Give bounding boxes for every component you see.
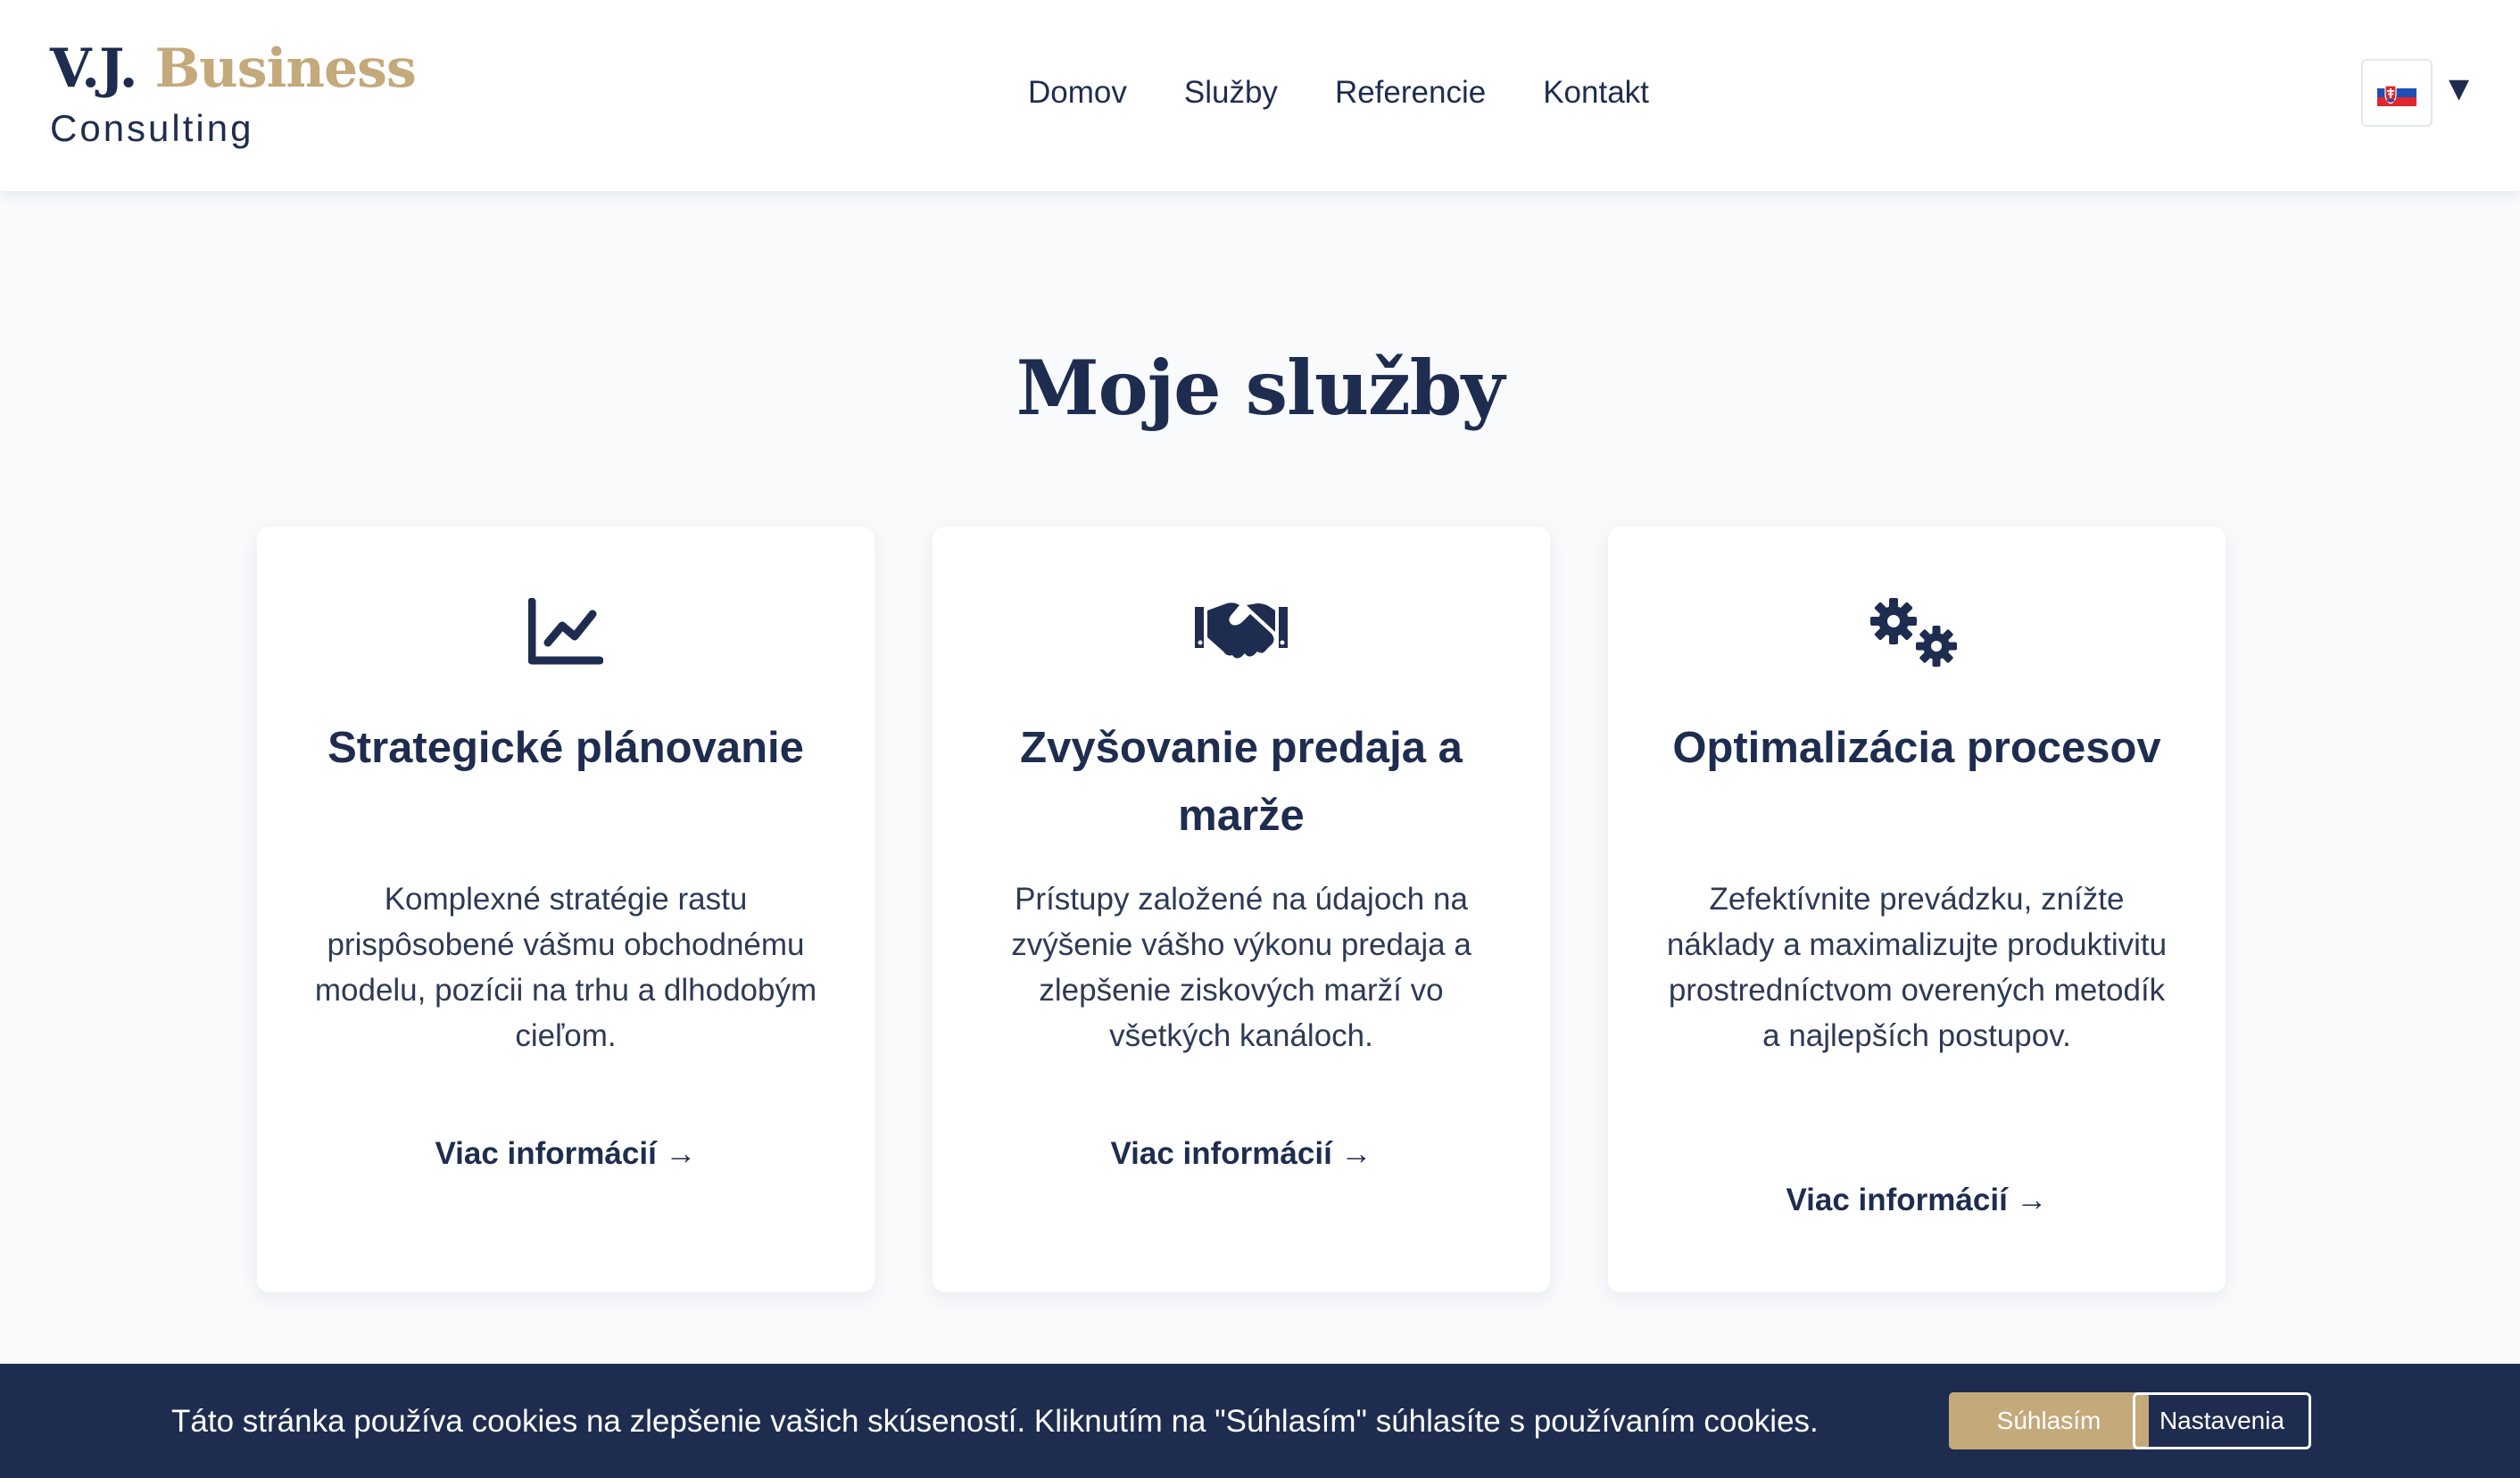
- more-info-link[interactable]: Viac informácií →: [1608, 1178, 2226, 1223]
- language-selector[interactable]: [2361, 59, 2433, 127]
- logo-initials: V.J.: [50, 37, 138, 100]
- card-description: Prístupy založené na údajoch na zvýšenie…: [1011, 882, 1471, 1053]
- logo[interactable]: V.J. Business Consulting: [50, 34, 417, 154]
- chevron-down-icon[interactable]: ▼: [2449, 73, 2469, 104]
- card-title: Zvyšovanie predaja a marže: [1020, 724, 1463, 840]
- card-title: Strategické plánovanie: [327, 724, 804, 772]
- slovak-flag-icon: [2377, 79, 2416, 106]
- accept-cookies-button[interactable]: Súhlasím: [1949, 1392, 2149, 1449]
- cookie-settings-button[interactable]: Nastavenia: [2133, 1392, 2311, 1449]
- handshake-icon: [1195, 602, 1288, 659]
- logo-business: Business: [154, 37, 416, 100]
- nav-item-kontakt[interactable]: Kontakt: [1543, 68, 1649, 118]
- section-title: Moje služby: [1015, 344, 1505, 432]
- nav-item-referencie[interactable]: Referencie: [1335, 68, 1486, 118]
- main-nav: Domov Služby Referencie Kontakt: [1028, 68, 1649, 118]
- gears-icon: [1870, 598, 1957, 667]
- more-info-link[interactable]: Viac informácií →: [933, 1132, 1550, 1176]
- cookie-banner: Táto stránka používa cookies na zlepšeni…: [0, 1364, 2520, 1478]
- more-info-link[interactable]: Viac informácií →: [257, 1132, 875, 1176]
- service-card-strategic-planning: Strategické plánovanie Komplexné stratég…: [257, 527, 875, 1292]
- chart-line-icon: [528, 598, 603, 665]
- site-header: V.J. Business Consulting Domov Služby Re…: [0, 0, 2520, 191]
- card-title: Optimalizácia procesov: [1672, 724, 2161, 772]
- logo-title: V.J. Business: [50, 34, 417, 104]
- logo-subtitle: Consulting: [50, 107, 254, 149]
- cookie-text: Táto stránka používa cookies na zlepšeni…: [171, 1404, 1819, 1439]
- card-description: Komplexné stratégie rastu prispôsobené v…: [314, 882, 817, 1053]
- nav-item-sluzby[interactable]: Služby: [1184, 68, 1278, 118]
- nav-item-domov[interactable]: Domov: [1028, 68, 1127, 118]
- service-card-process-optimization: Optimalizácia procesov Zefektívnite prev…: [1608, 527, 2226, 1292]
- card-description: Zefektívnite prevádzku, znížte náklady a…: [1666, 882, 2168, 1053]
- service-card-sales-growth: Zvyšovanie predaja a marže Prístupy zalo…: [933, 527, 1550, 1292]
